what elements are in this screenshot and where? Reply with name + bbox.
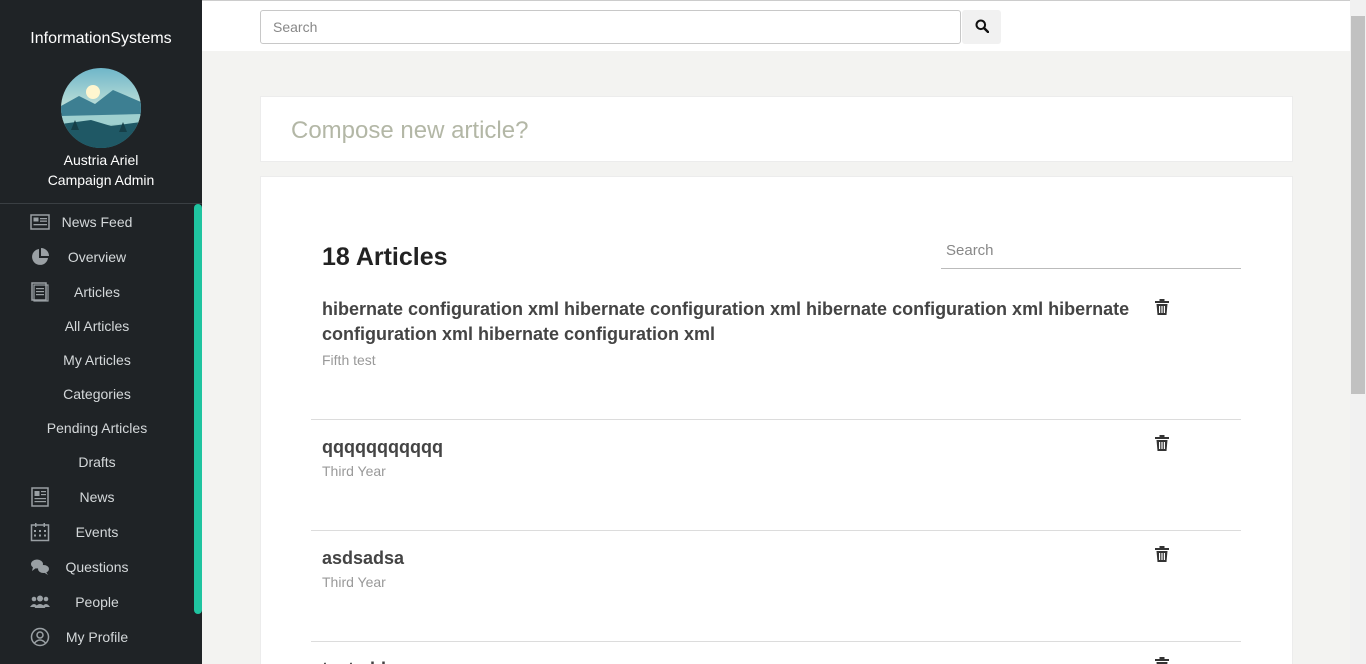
sidebar-nav: News Feed Overview Articles All Articles… <box>0 204 194 654</box>
list-item[interactable]: testadd <box>311 657 1241 664</box>
sidebar-item-questions[interactable]: Questions <box>0 549 194 584</box>
sidebar-item-label: Overview <box>67 248 127 265</box>
sidebar-item-my-profile[interactable]: My Profile <box>0 619 194 654</box>
sidebar-item-label: News Feed <box>61 213 133 230</box>
trash-icon[interactable] <box>1155 299 1171 317</box>
sidebar-item-label: News <box>79 488 115 505</box>
list-item[interactable]: qqqqqqqqqqq Third Year <box>311 435 1241 525</box>
top-bar <box>202 0 1350 51</box>
sidebar-item-news[interactable]: News <box>0 479 194 514</box>
sidebar-item-events[interactable]: Events <box>0 514 194 549</box>
article-category: Third Year <box>322 574 386 590</box>
trash-icon[interactable] <box>1155 657 1171 664</box>
article-title[interactable]: hibernate configuration xml hibernate co… <box>322 297 1148 347</box>
article-count: 18 Articles <box>322 243 448 271</box>
user-role: Campaign Admin <box>47 172 155 188</box>
sidebar-item-overview[interactable]: Overview <box>0 239 194 274</box>
sidebar-subitem-drafts[interactable]: Drafts <box>0 445 194 479</box>
sidebar-subitem-categories[interactable]: Categories <box>0 377 194 411</box>
sidebar-subitem-my-articles[interactable]: My Articles <box>0 343 194 377</box>
sidebar-subitem-pending-articles[interactable]: Pending Articles <box>0 411 194 445</box>
sidebar-item-articles[interactable]: Articles <box>0 274 194 309</box>
trash-icon[interactable] <box>1155 435 1171 453</box>
compose-placeholder: Compose new article? <box>291 117 529 144</box>
sidebar-item-news-feed[interactable]: News Feed <box>0 204 194 239</box>
sidebar-item-label: People <box>75 593 119 610</box>
sidebar: InformationSystems Austria Ariel Campaig… <box>0 0 202 664</box>
brand-title: InformationSystems <box>30 30 172 47</box>
page-scrollbar-thumb[interactable] <box>1351 16 1365 394</box>
articles-card: 18 Articles hibernate configuration xml … <box>260 176 1293 664</box>
sidebar-subitem-all-articles[interactable]: All Articles <box>0 309 194 343</box>
list-item[interactable]: asdsadsa Third Year <box>311 546 1241 636</box>
trash-icon[interactable] <box>1155 546 1171 564</box>
compose-article-box[interactable]: Compose new article? <box>260 96 1293 162</box>
article-category: Third Year <box>322 463 386 479</box>
article-title[interactable]: qqqqqqqqqqq <box>322 435 1148 460</box>
user-name: Austria Ariel <box>63 152 139 168</box>
sidebar-item-label: Articles <box>74 283 120 300</box>
article-title[interactable]: asdsadsa <box>322 546 1148 571</box>
sidebar-scrollbar[interactable] <box>194 204 202 614</box>
article-search-input[interactable] <box>941 233 1241 269</box>
search-icon <box>975 19 989 36</box>
sidebar-item-label: Events <box>75 523 119 540</box>
sidebar-item-label: Questions <box>65 558 129 575</box>
avatar[interactable] <box>61 68 141 148</box>
list-item[interactable]: hibernate configuration xml hibernate co… <box>311 297 1241 417</box>
article-category: Fifth test <box>322 352 376 368</box>
search-input[interactable] <box>260 10 961 44</box>
search-button[interactable] <box>962 10 1001 44</box>
article-divider <box>311 530 1241 531</box>
sidebar-item-people[interactable]: People <box>0 584 194 619</box>
article-title[interactable]: testadd <box>322 657 1148 664</box>
article-divider <box>311 641 1241 642</box>
article-divider <box>311 419 1241 420</box>
sidebar-item-label: My Profile <box>65 628 129 645</box>
